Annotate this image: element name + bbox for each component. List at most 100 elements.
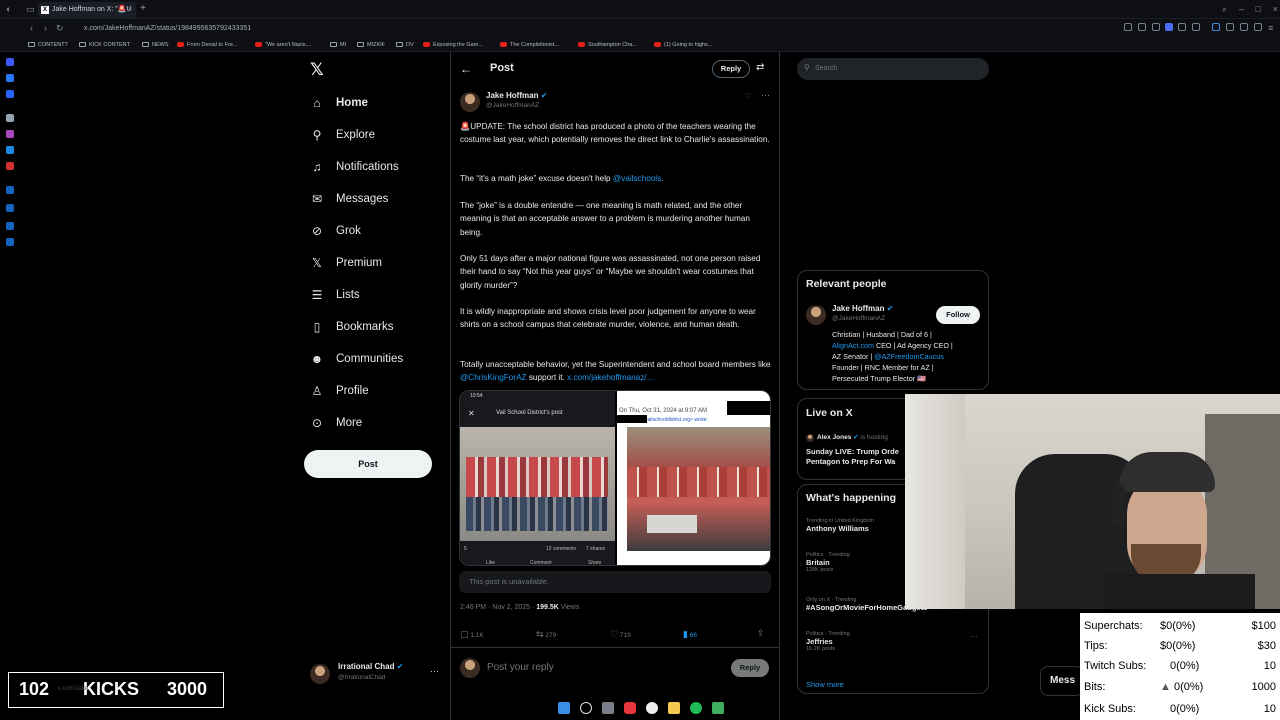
x-logo-icon[interactable]: 𝕏 (310, 61, 328, 79)
xbox-icon[interactable] (712, 702, 724, 714)
back-icon[interactable]: ‹ (30, 21, 33, 35)
dock-app-icon[interactable] (6, 90, 14, 98)
extension-icon[interactable] (1192, 23, 1200, 31)
trend-more-icon[interactable]: ··· (970, 632, 978, 641)
dock-app-icon[interactable] (6, 222, 14, 230)
bio-link[interactable]: AlignAct.com (832, 341, 874, 350)
dock-app-icon[interactable] (6, 130, 14, 138)
shield-icon[interactable] (1165, 23, 1173, 31)
bookmark-item[interactable]: (1) Going to highs... (654, 39, 712, 51)
browser-menu-dots-icon[interactable]: ≡ (1268, 21, 1273, 35)
dock-app-icon[interactable] (6, 74, 14, 82)
back-arrow-icon[interactable]: ← (460, 62, 472, 76)
post-media[interactable]: 10:54 ✕ Vail School District's post 5 12… (459, 390, 771, 566)
browser-tab-active[interactable]: X Jake Hoffman on X: "🚨U × (38, 2, 136, 18)
live-host[interactable]: Alex Jones ✔ is hosting (817, 433, 888, 441)
dock-app-icon[interactable] (6, 162, 14, 170)
reply-submit-button[interactable]: Reply (731, 659, 769, 677)
nav-notifications[interactable]: ♫ Notifications (310, 155, 399, 179)
wallet-icon[interactable] (1226, 23, 1234, 31)
dock-app-icon[interactable] (6, 186, 14, 194)
grok-explain-icon[interactable]: ◌ (746, 90, 751, 100)
browser-menu-icon[interactable]: ◐ (6, 2, 11, 16)
url-field[interactable]: x.com/JakeHoffmanAZ/status/1984995635792… (78, 21, 1108, 36)
nav-home[interactable]: ⌂ Home (310, 91, 368, 115)
rp-handle[interactable]: @JakeHoffmanAZ (832, 315, 885, 322)
messages-drawer[interactable]: Mess (1040, 666, 1084, 696)
vpn-icon[interactable] (1212, 23, 1220, 31)
bookmark-item[interactable]: KICK CONTENT (79, 39, 130, 51)
post-more-icon[interactable]: ··· (761, 90, 770, 100)
bookmark-item[interactable]: The Completionist... (500, 39, 559, 51)
bookmark-item[interactable]: Southampton Cha... (578, 39, 637, 51)
dock-app-icon[interactable] (6, 114, 14, 122)
minimize-icon[interactable]: – (1239, 2, 1244, 16)
live-title-text[interactable]: Sunday LIVE: Trump Orde Pentagon to Prep … (806, 447, 899, 467)
nav-lists[interactable]: ☰ Lists (310, 283, 360, 307)
show-more-link[interactable]: Show more (806, 680, 844, 689)
bookmark-item[interactable]: CONTENT? (28, 39, 68, 51)
close-window-icon[interactable]: × (1273, 2, 1278, 16)
new-tab-icon[interactable]: + (140, 3, 152, 15)
account-more-icon[interactable]: ··· (430, 666, 439, 676)
nav-profile[interactable]: ♙ Profile (310, 379, 369, 403)
file-explorer-icon[interactable] (668, 702, 680, 714)
nav-communities[interactable]: ☻ Communities (310, 347, 403, 371)
tab-list-icon[interactable]: ▭ (26, 2, 35, 16)
dock-app-icon[interactable] (6, 204, 14, 212)
nav-grok[interactable]: ⊘ Grok (310, 219, 361, 243)
forward-icon[interactable]: › (44, 21, 47, 35)
dock-app-icon[interactable] (6, 146, 14, 154)
dock-app-icon[interactable] (6, 58, 14, 66)
bookmark-item[interactable]: From Denial to Fre... (177, 39, 237, 51)
author-name[interactable]: Jake Hoffman ✔ (486, 91, 547, 100)
chrome-taskbar-icon[interactable] (646, 702, 658, 714)
bookmark-item[interactable]: "We aren't Nazis,... (255, 39, 312, 51)
bookmark-item[interactable]: NEWS (142, 39, 169, 51)
media-image-left[interactable]: 10:54 ✕ Vail School District's post 5 12… (460, 391, 615, 565)
spotify-icon[interactable] (690, 702, 702, 714)
nav-bookmarks[interactable]: ▯ Bookmarks (310, 315, 394, 339)
bookmark-item[interactable]: MI (330, 39, 346, 51)
play-icon[interactable] (1178, 23, 1186, 31)
bookmark-item[interactable]: Exposing the Gam... (423, 39, 483, 51)
bookmark-item[interactable]: DV (396, 39, 414, 51)
like-action[interactable]: ♡ 719 (610, 629, 631, 640)
bio-mention[interactable]: @AZFreedomCaucus (874, 352, 944, 361)
trend-item[interactable]: Politics · Trending Jeffries 16.2K posts (806, 631, 850, 652)
search-taskbar-icon[interactable] (580, 702, 592, 714)
dock-app-icon[interactable] (6, 238, 14, 246)
nav-explore[interactable]: ⚲ Explore (310, 123, 375, 147)
trend-item[interactable]: Politics · Trending Britain 128K posts (806, 552, 850, 573)
repost-action[interactable]: ⇆ 279 (536, 629, 556, 640)
browser-taskbar-icon[interactable] (624, 702, 636, 714)
follow-button[interactable]: Follow (936, 306, 980, 324)
bookmark-item[interactable]: MIZKIF (357, 39, 385, 51)
author-avatar[interactable] (460, 92, 480, 112)
screenshot-icon[interactable] (1152, 23, 1160, 31)
maximize-icon[interactable]: □ (1256, 2, 1261, 16)
rp-avatar[interactable] (806, 305, 826, 325)
author-handle[interactable]: @JakeHoffmanAZ (486, 102, 539, 109)
trend-item[interactable]: Trending in United Kingdom Anthony Willia… (806, 518, 874, 533)
search-input[interactable]: Search (797, 58, 989, 80)
reply-input[interactable]: Post your reply (487, 662, 554, 673)
reply-action[interactable]: ▢ 1.1K (460, 629, 484, 640)
header-reply-button[interactable]: Reply (712, 60, 750, 78)
view-settings-icon[interactable]: ⇄ (756, 62, 764, 73)
search-tabs-icon[interactable]: ⌕ (1222, 2, 1227, 16)
share-icon[interactable]: ⇪ (757, 628, 765, 639)
mention-link[interactable]: @ChrisKingForAZ (460, 373, 527, 382)
rp-name[interactable]: Jake Hoffman ✔ (832, 304, 893, 313)
account-switcher[interactable]: Irrational Chad ✔ @IrrationalChad ··· (310, 660, 440, 688)
task-view-icon[interactable] (602, 702, 614, 714)
media-image-right[interactable]: On Thu, Oct 31, 2024 at 9:07 AM vailscho… (617, 391, 770, 565)
tab-close-icon[interactable]: × (128, 2, 132, 18)
compose-post-button[interactable]: Post (304, 450, 432, 478)
bookmark-action[interactable]: ▮ 66 (683, 629, 697, 640)
print-icon[interactable] (1254, 23, 1262, 31)
nav-premium[interactable]: 𝕏 Premium (310, 251, 382, 275)
url-link[interactable]: x.com/jakehoffmanaz/… (567, 373, 655, 382)
nav-messages[interactable]: ✉ Messages (310, 187, 388, 211)
bookmark-page-icon[interactable] (1138, 23, 1146, 31)
